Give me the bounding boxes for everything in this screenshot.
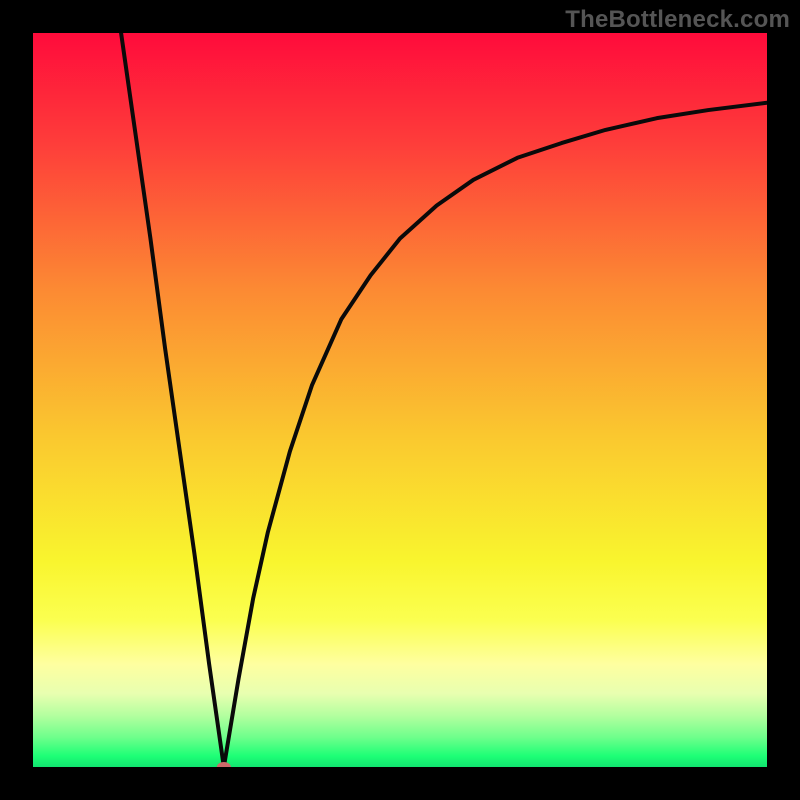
- plot-svg: [33, 33, 767, 767]
- gradient-background: [33, 33, 767, 767]
- plot-area: [33, 33, 767, 767]
- chart-frame: TheBottleneck.com: [0, 0, 800, 800]
- watermark-text: TheBottleneck.com: [565, 6, 790, 34]
